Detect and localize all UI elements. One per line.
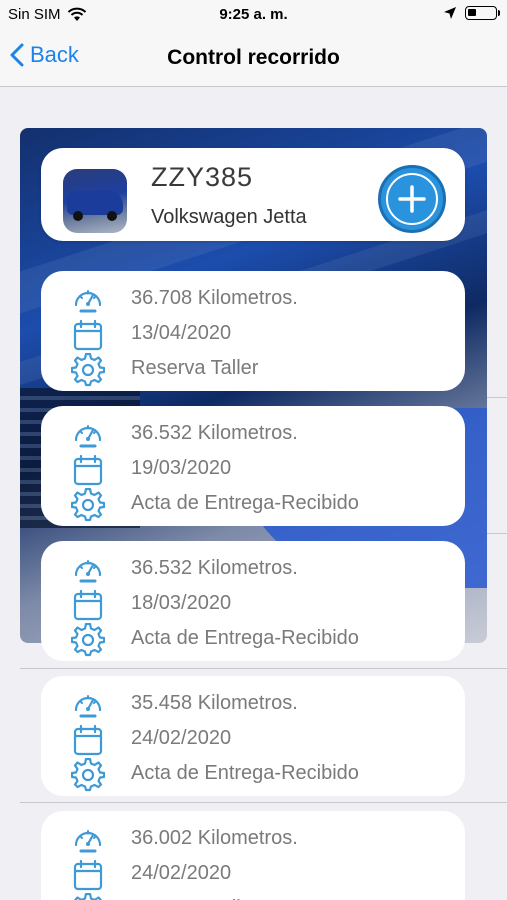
- record-type: Reserva Taller: [131, 357, 259, 379]
- record-date: 18/03/2020: [131, 592, 232, 614]
- vehicle-thumbnail: [63, 169, 127, 233]
- vehicle-plate: ZZY385: [151, 162, 254, 192]
- record-card[interactable]: 35.458 Kilometros. 24/02/2020 Acta de En…: [41, 676, 465, 796]
- record-type: Acta de Entrega-Recibido: [131, 762, 359, 784]
- record-date: 13/04/2020: [131, 322, 232, 344]
- record-km: 36.532 Kilometros.: [131, 557, 298, 579]
- record-date: 24/02/2020: [131, 862, 232, 884]
- vehicle-model: Volkswagen Jetta: [151, 206, 307, 228]
- calendar-icon: [73, 454, 103, 486]
- speedometer-icon: [74, 560, 102, 583]
- speedometer-icon: [74, 695, 102, 718]
- battery-icon: [465, 6, 500, 20]
- record-km: 36.532 Kilometros.: [131, 422, 298, 444]
- gear-icon: [71, 488, 105, 522]
- record-card[interactable]: 36.002 Kilometros. 24/02/2020 Reserva Ta…: [41, 811, 465, 900]
- record-type: Acta de Entrega-Recibido: [131, 627, 359, 649]
- gear-icon: [71, 353, 105, 387]
- status-bar: Sin SIM 9:25 a. m.: [0, 0, 507, 30]
- record-km: 36.708 Kilometros.: [131, 287, 298, 309]
- page-title: Control recorrido: [167, 46, 340, 69]
- record-date: 24/02/2020: [131, 727, 232, 749]
- record-date: 19/03/2020: [131, 457, 232, 479]
- gear-icon: [74, 893, 102, 900]
- gear-icon: [71, 623, 105, 657]
- vehicle-card: ZZY385 Volkswagen Jetta: [41, 148, 465, 241]
- record-card[interactable]: 36.532 Kilometros. 18/03/2020 Acta de En…: [41, 541, 465, 661]
- record-card[interactable]: 36.532 Kilometros. 19/03/2020 Acta de En…: [41, 406, 465, 526]
- location-arrow-icon: [444, 7, 456, 19]
- add-record-button[interactable]: [378, 165, 446, 233]
- speedometer-icon: [74, 425, 102, 448]
- status-right: [443, 6, 500, 20]
- gear-icon: [71, 758, 105, 792]
- navigation-bar: Back Control recorrido: [0, 30, 507, 87]
- battery-level: [468, 9, 476, 16]
- list-separator: [20, 802, 507, 803]
- calendar-icon: [73, 724, 103, 756]
- record-card[interactable]: 36.708 Kilometros. 13/04/2020 Reserva Ta…: [41, 271, 465, 391]
- plus-icon: [398, 185, 426, 213]
- calendar-icon: [73, 589, 103, 621]
- record-type: Acta de Entrega-Recibido: [131, 492, 359, 514]
- speedometer-icon: [74, 830, 102, 853]
- record-km: 36.002 Kilometros.: [131, 827, 298, 849]
- status-time: 9:25 a. m.: [219, 6, 288, 23]
- record-km: 35.458 Kilometros.: [131, 692, 298, 714]
- list-separator: [20, 668, 507, 669]
- speedometer-icon: [74, 290, 102, 313]
- calendar-icon: [73, 319, 103, 351]
- calendar-icon: [73, 859, 103, 891]
